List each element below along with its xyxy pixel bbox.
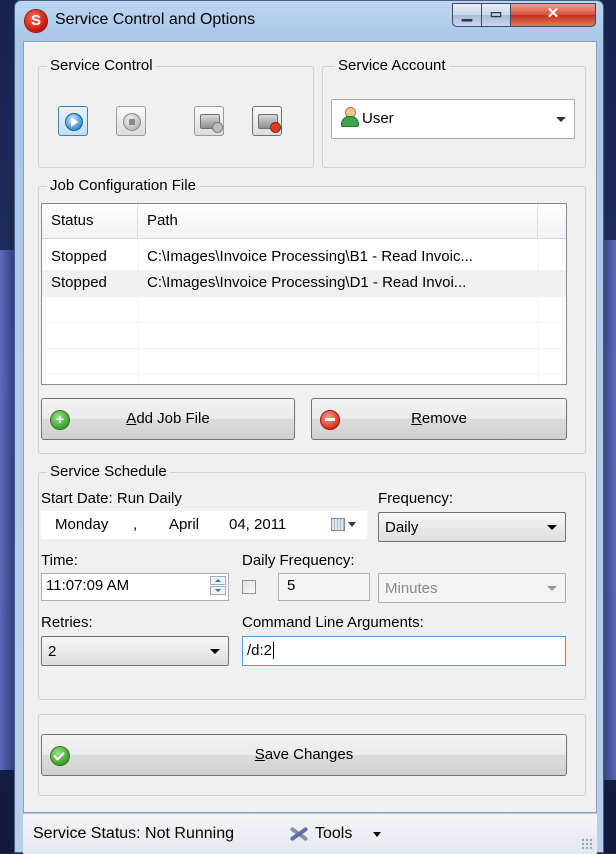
- table-row[interactable]: Stopped C:\Images\Invoice Processing\D1 …: [42, 270, 566, 296]
- service-account-select[interactable]: User: [331, 99, 575, 139]
- stop-icon: [123, 113, 141, 131]
- play-icon: [65, 113, 83, 131]
- user-icon: [340, 107, 359, 127]
- install-service-icon: [200, 114, 223, 133]
- start-date-picker[interactable]: Monday , April 04, 2011: [41, 511, 367, 539]
- service-account-value: User: [362, 110, 394, 127]
- service-account-group: Service Account User: [322, 57, 586, 168]
- chevron-down-icon: [556, 117, 566, 122]
- minimize-button[interactable]: ▁: [452, 3, 482, 27]
- uninstall-service-button[interactable]: [252, 106, 282, 136]
- daily-frequency-unit-select[interactable]: Minutes: [378, 573, 566, 603]
- start-date-label: Start Date: Run Daily: [41, 490, 182, 507]
- stop-service-button[interactable]: [116, 106, 146, 136]
- column-header-path[interactable]: Path: [138, 204, 538, 238]
- daily-frequency-checkbox[interactable]: [242, 580, 256, 594]
- calendar-icon[interactable]: [331, 518, 345, 531]
- tools-menu-label[interactable]: Tools: [315, 825, 352, 843]
- chevron-down-icon: [547, 525, 557, 530]
- chevron-down-icon[interactable]: [348, 522, 356, 527]
- date-weekday[interactable]: Monday: [55, 513, 108, 537]
- job-config-label: Job Configuration File: [47, 177, 199, 195]
- remove-label: emove: [421, 410, 467, 427]
- tools-icon[interactable]: [287, 824, 309, 844]
- row-divider: [42, 374, 566, 375]
- resize-grip[interactable]: [581, 838, 593, 850]
- time-value: 11:07:09 AM: [46, 577, 130, 594]
- command-line-args-input[interactable]: /d:2: [242, 636, 566, 666]
- row-status: Stopped: [51, 248, 107, 265]
- add-job-file-label: dd Job File: [136, 410, 210, 427]
- frequency-label: Frequency:: [378, 490, 454, 507]
- save-mnemonic: S: [254, 746, 265, 763]
- remove-mnemonic: R: [411, 410, 422, 427]
- service-control-window: S Service Control and Options ▁ ▭ ✕ Serv…: [14, 0, 604, 854]
- retries-select[interactable]: 2: [41, 636, 229, 666]
- row-divider: [42, 348, 566, 349]
- spin-down-icon[interactable]: [210, 586, 226, 595]
- daily-frequency-unit-value: Minutes: [385, 580, 438, 597]
- chevron-down-icon: [210, 649, 220, 654]
- time-input[interactable]: 11:07:09 AM: [41, 573, 229, 601]
- maximize-button[interactable]: ▭: [481, 3, 511, 27]
- frequency-value: Daily: [385, 519, 419, 536]
- daily-frequency-value: 5: [287, 577, 296, 594]
- add-job-file-mnemonic: A: [126, 410, 137, 427]
- time-label: Time:: [41, 552, 78, 569]
- save-changes-label: ave Changes: [264, 746, 354, 763]
- title-bar[interactable]: S Service Control and Options ▁ ▭ ✕: [15, 1, 603, 41]
- date-day-year[interactable]: 04, 2011: [229, 513, 286, 537]
- date-month[interactable]: April: [169, 513, 199, 537]
- close-button[interactable]: ✕: [510, 3, 596, 27]
- chevron-down-icon[interactable]: [373, 832, 381, 837]
- remove-icon: [320, 410, 340, 430]
- row-divider: [42, 322, 566, 323]
- row-path: C:\Images\Invoice Processing\D1 - Read I…: [147, 274, 467, 291]
- spin-up-icon[interactable]: [210, 576, 226, 585]
- command-line-args-label: Command Line Arguments:: [242, 614, 424, 631]
- frequency-select[interactable]: Daily: [378, 512, 566, 542]
- row-path: C:\Images\Invoice Processing\B1 - Read I…: [147, 248, 473, 265]
- install-service-button[interactable]: [194, 106, 224, 136]
- add-job-file-button[interactable]: + Add Job File: [41, 398, 295, 440]
- status-bar: Service Status: Not Running Tools: [23, 813, 597, 854]
- check-icon: [50, 746, 70, 766]
- time-spinner[interactable]: [210, 576, 226, 596]
- chevron-down-icon: [547, 586, 557, 591]
- daily-frequency-input[interactable]: 5: [278, 573, 370, 601]
- daily-frequency-label: Daily Frequency:: [242, 552, 355, 569]
- window-title: Service Control and Options: [55, 11, 256, 28]
- table-row[interactable]: Stopped C:\Images\Invoice Processing\B1 …: [42, 244, 566, 270]
- remove-button[interactable]: Remove: [311, 398, 567, 440]
- save-changes-button[interactable]: Save Changes: [41, 734, 567, 776]
- list-header: Status Path: [42, 204, 566, 239]
- retries-value: 2: [48, 643, 57, 660]
- app-icon[interactable]: S: [25, 10, 47, 32]
- command-line-args-value: /d:2: [247, 642, 273, 659]
- uninstall-service-icon: [258, 114, 281, 133]
- service-control-label: Service Control: [47, 57, 156, 75]
- column-header-status[interactable]: Status: [42, 204, 138, 238]
- service-status-text: Service Status: Not Running: [33, 825, 234, 842]
- add-icon: +: [50, 410, 70, 430]
- retries-label: Retries:: [41, 614, 93, 631]
- row-divider: [42, 296, 566, 297]
- date-separator: ,: [133, 516, 138, 533]
- service-account-label: Service Account: [335, 57, 449, 75]
- row-status: Stopped: [51, 274, 107, 291]
- start-service-button[interactable]: [58, 106, 88, 136]
- job-file-list[interactable]: Status Path Stopped C:\Images\Invoice Pr…: [41, 203, 567, 385]
- service-schedule-label: Service Schedule: [47, 463, 170, 481]
- service-control-group: Service Control: [38, 57, 314, 168]
- client-area: Service Control Service Account User Job…: [23, 41, 597, 813]
- text-cursor: [273, 642, 275, 659]
